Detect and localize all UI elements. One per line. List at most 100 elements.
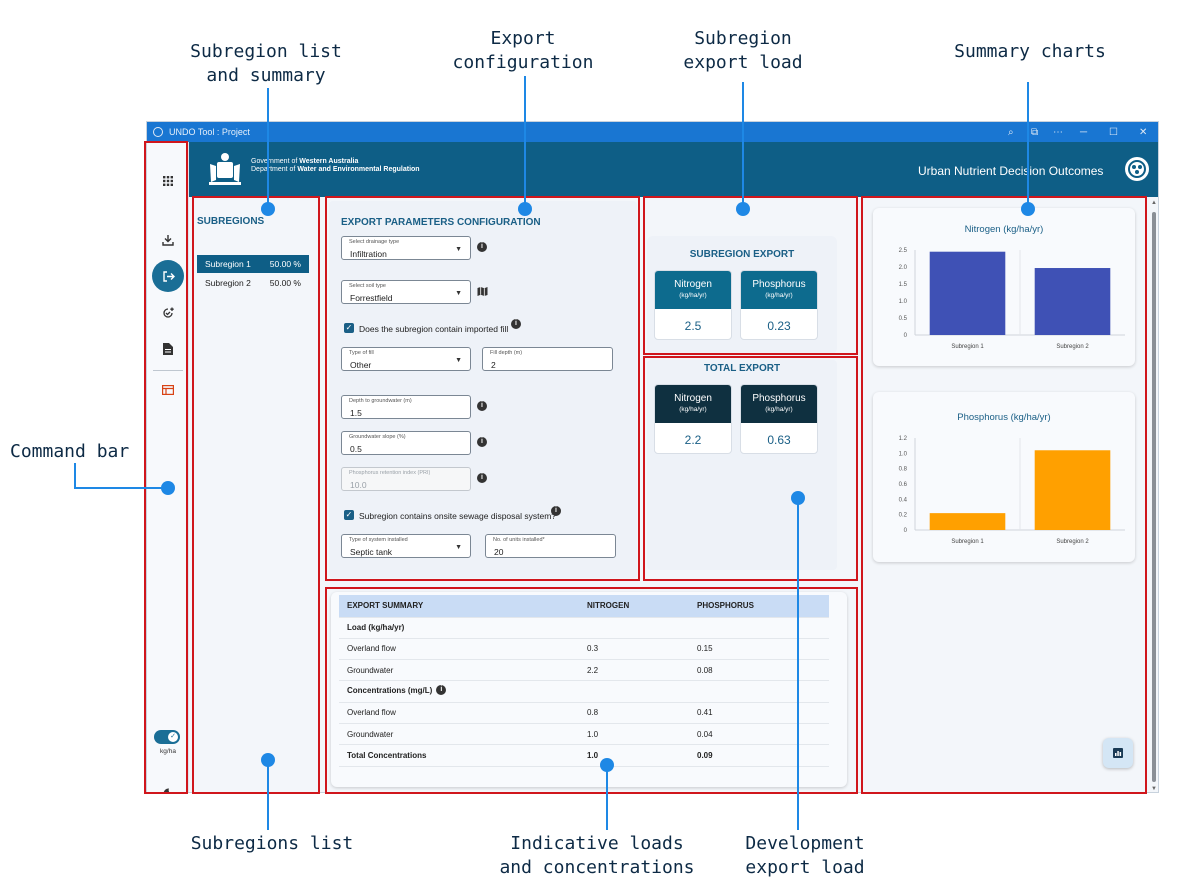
subregion-item-2[interactable]: Subregion 2 50.00 %: [197, 274, 309, 292]
sewage-system-checkbox[interactable]: ✓: [344, 510, 354, 520]
tile-value: 0.23: [767, 319, 791, 333]
table-section-row: Concentrations (mg/L) i: [339, 680, 829, 703]
apps-grid-icon[interactable]: [153, 166, 183, 196]
y-tick-label: 1.5: [899, 282, 908, 288]
depth-groundwater-input[interactable]: Depth to groundwater (m) 1.5: [341, 395, 471, 419]
field-value: 1.5: [350, 408, 362, 418]
total-export-panel: TOTAL EXPORT Nitrogen (kg/ha/yr) 2.2 Phos…: [647, 360, 837, 570]
callout-line: Subregion: [694, 28, 792, 49]
y-tick-label: 0.2: [899, 513, 908, 519]
y-tick-label: 2.5: [899, 248, 908, 254]
scroll-down-arrow[interactable]: ▼: [1151, 786, 1157, 792]
export-summary-card: EXPORT SUMMARY NITROGEN PHOSPHORUS Load …: [331, 592, 847, 787]
scrollbar-thumb[interactable]: [1152, 212, 1156, 782]
table-cell: Load (kg/ha/yr): [339, 617, 579, 639]
field-label: Phosphorus retention index (PRI): [349, 470, 431, 476]
export-summary-table: EXPORT SUMMARY NITROGEN PHOSPHORUS Load …: [339, 595, 829, 767]
export-icon[interactable]: [152, 260, 184, 292]
drainage-type-select[interactable]: Select drainage type Infiltration ▼: [341, 236, 471, 260]
command-bar: ✓ kg/ha: [147, 142, 189, 792]
callout-line: export load: [683, 52, 803, 73]
tile-value: 2.2: [684, 433, 702, 447]
chart-fab-button[interactable]: [1103, 738, 1133, 768]
total-phosphorus-tile: Phosphorus (kg/ha/yr) 0.63: [740, 384, 818, 454]
table-cell: 0.8: [579, 702, 689, 724]
callout-line: Subregion list: [190, 41, 342, 62]
account-icon[interactable]: ⧉: [1031, 122, 1038, 142]
info-icon[interactable]: i: [477, 401, 487, 411]
groundwater-slope-input[interactable]: Groundwater slope (%) 0.5: [341, 431, 471, 455]
field-value: 10.0: [350, 480, 367, 490]
callout-development: Development export load: [715, 832, 895, 880]
y-tick-label: 0: [904, 528, 908, 534]
table-cell: 2.2: [579, 659, 689, 682]
info-icon[interactable]: i: [477, 242, 487, 252]
vertical-scrollbar[interactable]: ▲ ▼: [1150, 200, 1158, 792]
import-icon[interactable]: [153, 225, 183, 255]
leader-line: [606, 765, 608, 830]
info-icon[interactable]: i: [436, 685, 447, 696]
tile-header: Nitrogen (kg/ha/yr): [655, 271, 731, 309]
map-icon[interactable]: [477, 286, 488, 297]
table-cell: 0.15: [689, 638, 829, 661]
imported-fill-label: Does the subregion contain imported fill: [359, 324, 509, 334]
document-icon[interactable]: [153, 334, 183, 364]
unit-toggle-switch[interactable]: ✓: [154, 730, 180, 744]
table-total-row: Total Concentrations 1.0 0.09: [339, 744, 829, 767]
subregion-pct: 50.00 %: [269, 278, 301, 288]
summary-charts-panel: Nitrogen (kg/ha/yr) 0 0.5 1.0 1.5 2.0 2.5 Subre…: [863, 200, 1145, 790]
table-cell: 0.08: [689, 659, 829, 682]
dropdown-arrow-icon: ▼: [455, 357, 462, 364]
soil-type-select[interactable]: Select soil type Forrestfield ▼: [341, 280, 471, 304]
report-icon[interactable]: [153, 375, 183, 405]
minimize-button[interactable]: ─: [1080, 122, 1087, 142]
field-label: Type of fill: [349, 350, 374, 356]
table-cell: [579, 680, 689, 703]
field-label: Groundwater slope (%): [349, 434, 406, 440]
table-cell: Overland flow: [339, 702, 579, 724]
info-icon[interactable]: i: [511, 319, 521, 329]
subregion-phosphorus-tile: Phosphorus (kg/ha/yr) 0.23: [740, 270, 818, 340]
subregions-panel: SUBREGIONS Subregion 1 50.00 % Subregion…: [193, 200, 317, 790]
add-check-icon[interactable]: [153, 298, 183, 328]
units-installed-input[interactable]: No. of units installed* 20: [485, 534, 616, 558]
info-icon[interactable]: i: [477, 473, 487, 483]
y-tick-label: 2.0: [899, 265, 908, 271]
app-window: UNDO Tool : Project ⌕ ⧉ ⋯ ─ ☐ ✕ Governme…: [146, 121, 1159, 793]
leader-line: [524, 76, 526, 209]
pri-input: Phosphorus retention index (PRI) 10.0: [341, 467, 471, 491]
table-row: Groundwater 2.2 0.08: [339, 659, 829, 682]
toggle-knob: ✓: [168, 732, 178, 742]
field-label: Type of system installed: [349, 537, 408, 543]
maximize-button[interactable]: ☐: [1109, 122, 1118, 142]
leader-line: [742, 82, 744, 209]
subregion-item-1[interactable]: Subregion 1 50.00 %: [197, 255, 309, 273]
y-tick-label: 0.6: [899, 482, 908, 488]
leader-dot: [161, 481, 175, 495]
table-header-cell: PHOSPHORUS: [689, 595, 829, 618]
scroll-up-arrow[interactable]: ▲: [1151, 200, 1157, 206]
leader-line: [74, 487, 168, 489]
leader-dot: [261, 753, 275, 767]
theme-icon[interactable]: [153, 778, 183, 792]
subregion-name: Subregion 1: [205, 259, 251, 269]
field-value: Other: [350, 360, 372, 370]
fill-type-select[interactable]: Type of fill Other ▼: [341, 347, 471, 371]
leader-dot: [518, 202, 532, 216]
dropdown-arrow-icon: ▼: [455, 246, 462, 253]
info-icon[interactable]: i: [477, 437, 487, 447]
fill-depth-input[interactable]: Fill depth (m) 2: [482, 347, 613, 371]
callout-summary-charts: Summary charts: [930, 40, 1130, 64]
more-icon[interactable]: ⋯: [1053, 122, 1063, 142]
close-button[interactable]: ✕: [1139, 122, 1147, 142]
table-row: Groundwater 1.0 0.04: [339, 723, 829, 746]
imported-fill-checkbox[interactable]: ✓: [344, 323, 354, 333]
table-cell: Total Concentrations: [339, 744, 579, 767]
system-type-select[interactable]: Type of system installed Septic tank ▼: [341, 534, 471, 558]
info-icon[interactable]: i: [551, 506, 561, 516]
callout-indicative: Indicative loads and concentrations: [492, 832, 702, 880]
y-tick-label: 0: [904, 333, 908, 339]
sewage-system-label: Subregion contains onsite sewage disposa…: [359, 511, 557, 521]
subregion-export-title: SUBREGION EXPORT: [689, 249, 795, 260]
search-icon[interactable]: ⌕: [1008, 122, 1014, 142]
